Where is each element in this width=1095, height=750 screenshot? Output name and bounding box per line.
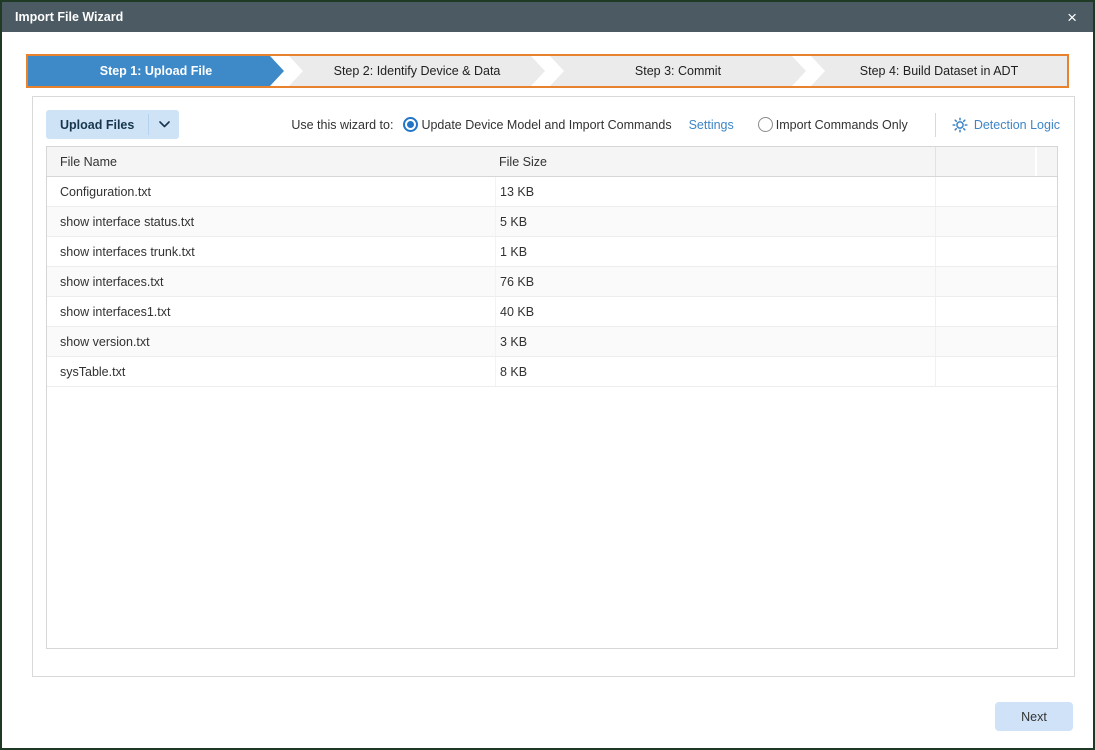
settings-link[interactable]: Settings	[689, 118, 734, 132]
step-1-upload-file[interactable]: Step 1: Upload File	[28, 56, 284, 86]
content-panel: Upload Files Use this wizard to: Update …	[32, 96, 1075, 677]
row-scroll-cell	[1035, 207, 1057, 236]
radio-import-commands-only[interactable]	[758, 117, 773, 132]
chevron-down-icon[interactable]	[149, 110, 179, 139]
row-extra-cell	[935, 327, 1035, 356]
table-row[interactable]: show version.txt 3 KB	[47, 327, 1057, 357]
titlebar: Import File Wizard ×	[2, 2, 1093, 32]
wizard-stepper: Step 1: Upload File Step 2: Identify Dev…	[26, 54, 1069, 88]
row-extra-cell	[935, 177, 1035, 206]
step-label: Step 4: Build Dataset in ADT	[860, 64, 1018, 78]
file-name-cell: show interfaces1.txt	[47, 297, 495, 326]
detection-logic-link[interactable]: Detection Logic	[974, 118, 1060, 132]
row-extra-cell	[935, 267, 1035, 296]
window-title: Import File Wizard	[15, 10, 123, 24]
file-name-cell: sysTable.txt	[47, 357, 495, 386]
row-scroll-cell	[1035, 177, 1057, 206]
row-scroll-cell	[1035, 327, 1057, 356]
wizard-mode-label: Use this wizard to:	[291, 118, 393, 132]
row-extra-cell	[935, 357, 1035, 386]
file-name-header: File Name	[47, 147, 495, 176]
vertical-divider	[935, 113, 936, 137]
row-scroll-cell	[1035, 357, 1057, 386]
file-name-cell: Configuration.txt	[47, 177, 495, 206]
table-row[interactable]: sysTable.txt 8 KB	[47, 357, 1057, 387]
table-row[interactable]: show interfaces1.txt 40 KB	[47, 297, 1057, 327]
step-label: Step 1: Upload File	[100, 64, 213, 78]
table-row[interactable]: Configuration.txt 13 KB	[47, 177, 1057, 207]
table-header: File Name File Size	[47, 147, 1057, 177]
step-label: Step 2: Identify Device & Data	[334, 64, 501, 78]
toolbar: Upload Files Use this wizard to: Update …	[33, 97, 1074, 146]
row-extra-cell	[935, 207, 1035, 236]
table-body: Configuration.txt 13 KB show interface s…	[47, 177, 1057, 648]
gear-icon	[952, 117, 968, 133]
file-size-cell: 40 KB	[495, 297, 935, 326]
row-scroll-cell	[1035, 297, 1057, 326]
file-name-cell: show interfaces trunk.txt	[47, 237, 495, 266]
file-name-cell: show interfaces.txt	[47, 267, 495, 296]
radio-import-commands-only-label[interactable]: Import Commands Only	[776, 118, 908, 132]
file-size-cell: 5 KB	[495, 207, 935, 236]
row-extra-cell	[935, 237, 1035, 266]
empty-header-cell	[935, 147, 1035, 176]
detection-logic-group: Detection Logic	[919, 113, 1060, 137]
file-size-cell: 76 KB	[495, 267, 935, 296]
file-size-cell: 8 KB	[495, 357, 935, 386]
row-extra-cell	[935, 297, 1035, 326]
upload-files-label: Upload Files	[46, 110, 148, 139]
file-size-cell: 3 KB	[495, 327, 935, 356]
file-size-cell: 1 KB	[495, 237, 935, 266]
radio-update-device-model-label[interactable]: Update Device Model and Import Commands	[421, 118, 671, 132]
table-row[interactable]: show interface status.txt 5 KB	[47, 207, 1057, 237]
step-2-identify-device-data[interactable]: Step 2: Identify Device & Data	[289, 56, 545, 86]
file-table: File Name File Size Configuration.txt 13…	[46, 146, 1058, 649]
file-size-cell: 13 KB	[495, 177, 935, 206]
row-scroll-cell	[1035, 237, 1057, 266]
step-3-commit[interactable]: Step 3: Commit	[550, 56, 806, 86]
file-size-header: File Size	[495, 147, 935, 176]
table-row[interactable]: show interfaces.txt 76 KB	[47, 267, 1057, 297]
next-button[interactable]: Next	[995, 702, 1073, 731]
file-name-cell: show version.txt	[47, 327, 495, 356]
upload-files-button[interactable]: Upload Files	[46, 110, 179, 139]
file-name-cell: show interface status.txt	[47, 207, 495, 236]
wizard-mode-group: Use this wizard to: Update Device Model …	[291, 117, 907, 132]
close-icon[interactable]: ×	[1064, 9, 1080, 26]
radio-update-device-model[interactable]	[403, 117, 418, 132]
scrollbar-track	[1035, 147, 1057, 176]
row-scroll-cell	[1035, 267, 1057, 296]
step-label: Step 3: Commit	[635, 64, 721, 78]
table-row[interactable]: show interfaces trunk.txt 1 KB	[47, 237, 1057, 267]
step-4-build-dataset-adt[interactable]: Step 4: Build Dataset in ADT	[811, 56, 1067, 86]
